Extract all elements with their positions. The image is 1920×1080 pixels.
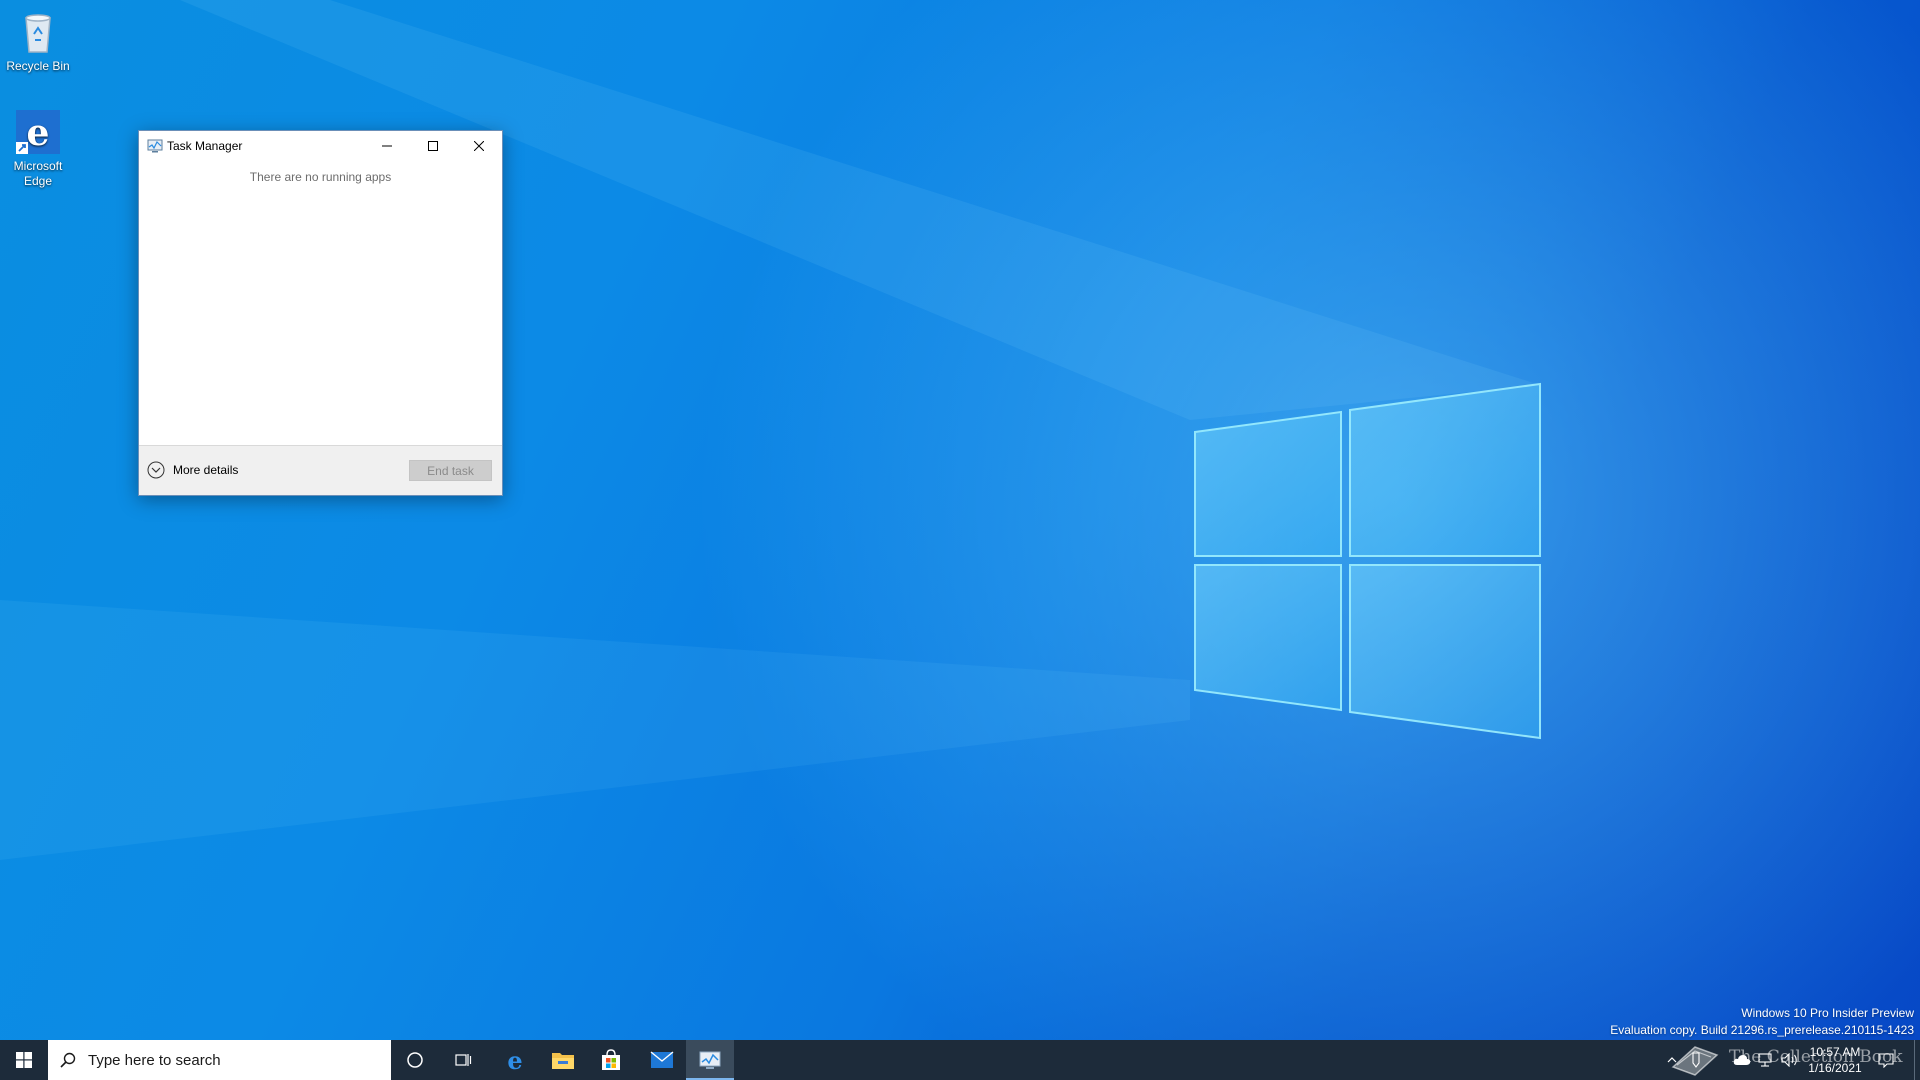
- edge-icon: e: [507, 1048, 522, 1072]
- minimize-icon: [382, 145, 392, 147]
- more-details-button[interactable]: More details: [147, 460, 238, 480]
- cortana-icon: [407, 1052, 423, 1068]
- close-button[interactable]: [456, 131, 502, 161]
- task-manager-icon: [699, 1051, 721, 1069]
- desktop-icon-label: Microsoft Edge: [13, 159, 63, 188]
- store-icon: [602, 1049, 620, 1070]
- watermark-edition: Windows 10 Pro Insider Preview: [1741, 1006, 1914, 1020]
- desktop-icon-label: Recycle Bin: [6, 59, 70, 73]
- windows-logo-icon: [16, 1052, 32, 1068]
- build-watermark: Windows 10 Pro Insider Preview Evaluatio…: [1610, 1005, 1914, 1039]
- end-task-button[interactable]: End task: [409, 460, 492, 481]
- taskbar-store-button[interactable]: [587, 1040, 635, 1080]
- task-manager-window[interactable]: Task Manager There are no running apps M…: [138, 130, 503, 496]
- taskbar-task-manager-button[interactable]: [686, 1040, 734, 1080]
- task-view-button[interactable]: [439, 1040, 487, 1080]
- mail-icon: [650, 1051, 674, 1068]
- brand-watermark: The Collection Book: [1665, 1036, 1920, 1078]
- file-explorer-icon: [552, 1053, 574, 1069]
- brand-watermark-text: The Collection Book: [1729, 1047, 1903, 1067]
- svg-text:e: e: [27, 112, 50, 154]
- search-input[interactable]: [86, 1050, 370, 1070]
- maximize-icon: [428, 141, 438, 151]
- app-list[interactable]: There are no running apps: [139, 161, 502, 475]
- book-logo-icon: [1671, 1046, 1719, 1076]
- taskbar-mail-button[interactable]: [638, 1040, 686, 1080]
- recycle-bin-icon: [14, 8, 62, 56]
- desktop-icon-microsoft-edge[interactable]: e Microsoft Edge: [0, 108, 76, 189]
- search-icon: [60, 1052, 76, 1068]
- cortana-button[interactable]: [391, 1040, 439, 1080]
- more-details-label: More details: [173, 463, 239, 477]
- task-manager-icon: [147, 139, 163, 153]
- start-button[interactable]: [0, 1040, 48, 1080]
- chevron-down-icon: [147, 461, 165, 479]
- edge-icon: e: [14, 108, 62, 156]
- close-icon: [474, 141, 484, 151]
- desktop: Recycle Bin e Microsoft Edge Task Manage…: [0, 0, 1920, 1080]
- svg-text:e: e: [507, 1048, 522, 1072]
- minimize-button[interactable]: [364, 131, 410, 161]
- taskbar-file-explorer-button[interactable]: [539, 1040, 587, 1080]
- empty-state-message: There are no running apps: [249, 170, 392, 184]
- maximize-button[interactable]: [410, 131, 456, 161]
- title-bar[interactable]: Task Manager: [139, 131, 502, 161]
- taskbar: e: [0, 1040, 1920, 1080]
- task-view-icon: [455, 1054, 472, 1066]
- window-footer: More details End task: [139, 445, 502, 495]
- search-box[interactable]: [48, 1040, 391, 1080]
- taskbar-edge-button[interactable]: e: [491, 1040, 539, 1080]
- desktop-icon-recycle-bin[interactable]: Recycle Bin: [0, 8, 76, 74]
- window-title: Task Manager: [167, 139, 243, 153]
